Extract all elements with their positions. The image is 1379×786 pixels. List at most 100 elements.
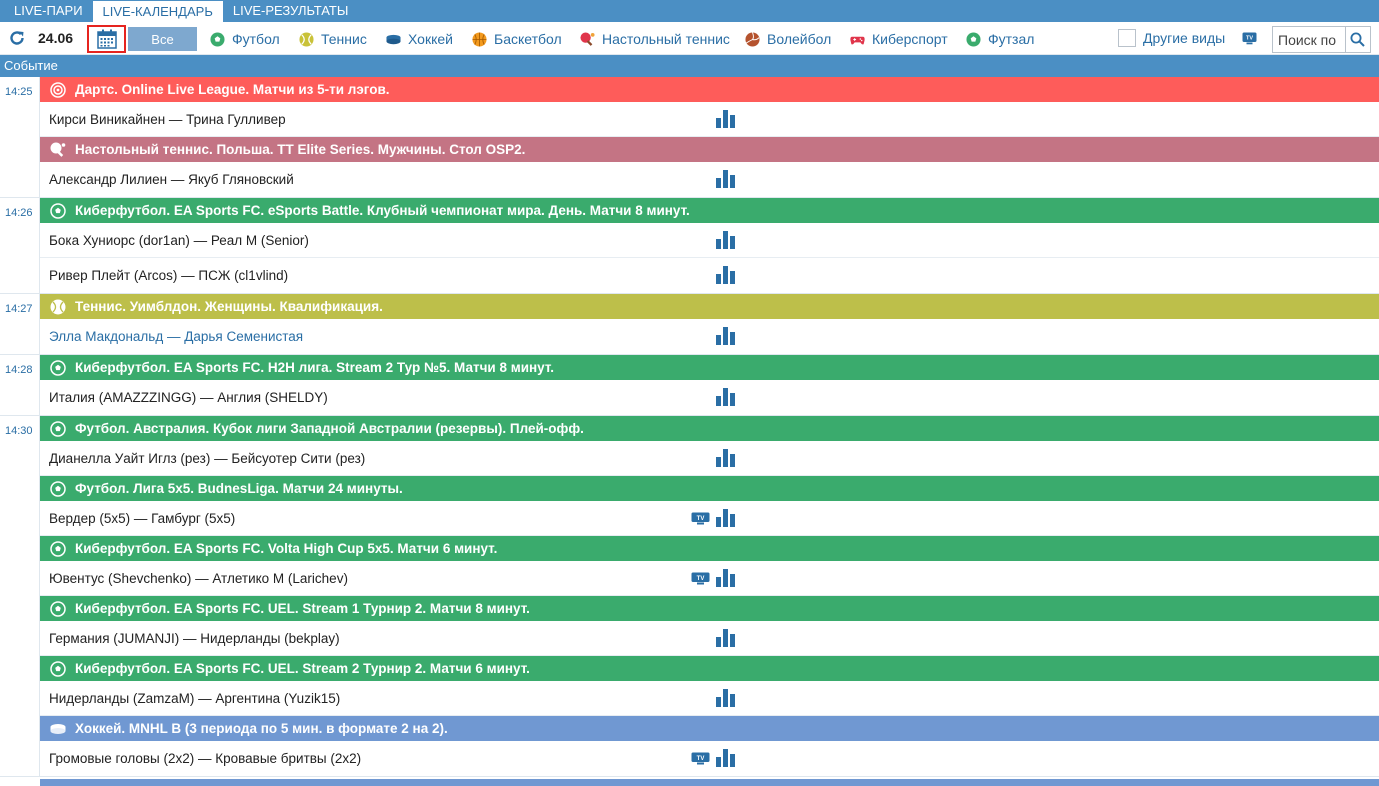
sport-filter-esports[interactable]: Киберспорт bbox=[850, 31, 948, 47]
event-teams[interactable]: Италия (AMAZZZINGG) — Англия (SHELDY) bbox=[49, 390, 328, 405]
league-title: Настольный теннис. Польша. TT Elite Seri… bbox=[75, 142, 526, 157]
sport-filter-basketball[interactable]: Баскетбол bbox=[472, 31, 562, 47]
event-teams[interactable]: Громовые головы (2х2) — Кровавые бритвы … bbox=[49, 751, 361, 766]
statistics-icon[interactable] bbox=[716, 388, 736, 406]
tennis-icon bbox=[299, 31, 314, 47]
sport-filter-football[interactable]: Футбол bbox=[210, 31, 280, 47]
statistics-icon[interactable] bbox=[716, 266, 736, 284]
time-block: 14:26 Киберфутбол. EA Sports FC. eSports … bbox=[0, 198, 1379, 294]
league-header[interactable]: Хоккей. MNHL B (3 периода по 5 мин. в фо… bbox=[40, 716, 1379, 741]
time-block: 14:27 Теннис. Уимблдон. Женщины. Квалифик… bbox=[0, 294, 1379, 355]
tv-broadcast-icon[interactable]: TV bbox=[691, 752, 710, 765]
sport-filter-label: Футбол bbox=[232, 31, 280, 47]
league-header[interactable]: Киберфутбол. EA Sports FC. UEL. Stream 2… bbox=[40, 656, 1379, 681]
table-tennis-icon bbox=[580, 31, 595, 46]
time-block: 14:30 Футбол. Австралия. Кубок лиги Запад… bbox=[0, 416, 1379, 777]
time-block: 14:28 Киберфутбол. EA Sports FC. H2H лига… bbox=[0, 355, 1379, 416]
statistics-icon[interactable] bbox=[716, 449, 736, 467]
league-title: Дартс. Online Live League. Матчи из 5-ти… bbox=[75, 82, 390, 97]
statistics-icon[interactable] bbox=[716, 689, 736, 707]
football-icon bbox=[50, 660, 66, 677]
filter-bar: 24.06 Все Футбол Теннис Хоккей Баскетбол bbox=[0, 22, 1379, 55]
sport-filter-label: Теннис bbox=[321, 31, 367, 47]
hockey-icon bbox=[50, 723, 66, 734]
statistics-icon[interactable] bbox=[716, 629, 736, 647]
other-sports-filter[interactable]: Другие виды bbox=[1118, 29, 1225, 47]
search-button[interactable] bbox=[1345, 27, 1369, 52]
other-sports-checkbox[interactable] bbox=[1118, 29, 1136, 47]
league-header[interactable]: Киберфутбол. EA Sports FC. H2H лига. Str… bbox=[40, 355, 1379, 380]
event-teams[interactable]: Александр Лилиен — Якуб Гляновский bbox=[49, 172, 294, 187]
event-teams[interactable]: Вердер (5х5) — Гамбург (5х5) bbox=[49, 511, 235, 526]
tv-broadcast-icon[interactable]: TV bbox=[691, 572, 710, 585]
league-header[interactable]: Теннис. Уимблдон. Женщины. Квалификация. bbox=[40, 294, 1379, 319]
statistics-icon[interactable] bbox=[716, 749, 736, 767]
football-icon bbox=[50, 202, 66, 219]
sport-filter-label: Футзал bbox=[988, 31, 1035, 47]
event-teams[interactable]: Дианелла Уайт Иглз (рез) — Бейсуотер Сит… bbox=[49, 451, 365, 466]
event-teams[interactable]: Нидерланды (ZamzaM) — Аргентина (Yuzik15… bbox=[49, 691, 340, 706]
all-sports-button[interactable]: Все bbox=[128, 27, 197, 51]
league-title: Футбол. Австралия. Кубок лиги Западной А… bbox=[75, 421, 584, 436]
league-groups: Киберфутбол. EA Sports FC. H2H лига. Str… bbox=[40, 355, 1379, 415]
sport-filter-hockey[interactable]: Хоккей bbox=[386, 31, 453, 47]
sport-filter-table-tennis[interactable]: Настольный теннис bbox=[580, 31, 730, 47]
sport-filter-volleyball[interactable]: Волейбол bbox=[745, 31, 831, 47]
league-header[interactable]: Киберфутбол. EA Sports FC. UEL. Stream 1… bbox=[40, 596, 1379, 621]
league-header[interactable]: Киберфутбол. EA Sports FC. eSports Battl… bbox=[40, 198, 1379, 223]
event-teams[interactable]: Бока Хуниорс (dor1an) — Реал М (Senior) bbox=[49, 233, 309, 248]
football-icon bbox=[50, 600, 66, 617]
event-teams[interactable]: Кирси Виникайнен — Трина Гулливер bbox=[49, 112, 286, 127]
calendar-button[interactable] bbox=[87, 25, 126, 53]
statistics-icon[interactable] bbox=[716, 110, 736, 128]
statistics-icon[interactable] bbox=[716, 170, 736, 188]
event-row: Громовые головы (2х2) — Кровавые бритвы … bbox=[40, 741, 1379, 776]
tab-live-calendar[interactable]: LIVE-КАЛЕНДАРЬ bbox=[92, 1, 223, 22]
event-row: Элла Макдональд — Дарья Семенистая bbox=[40, 319, 1379, 354]
league-header[interactable]: Футбол. Австралия. Кубок лиги Западной А… bbox=[40, 416, 1379, 441]
event-row: Вердер (5х5) — Гамбург (5х5) TV bbox=[40, 501, 1379, 536]
search-input[interactable] bbox=[1273, 27, 1345, 52]
gamepad-icon bbox=[850, 36, 865, 44]
football-icon bbox=[50, 540, 66, 557]
sport-filter-label: Настольный теннис bbox=[602, 31, 730, 47]
statistics-icon[interactable] bbox=[716, 327, 736, 345]
event-row: Германия (JUMANJI) — Нидерланды (bekplay… bbox=[40, 621, 1379, 656]
volleyball-icon bbox=[745, 31, 760, 47]
tab-live-results[interactable]: LIVE-РЕЗУЛЬТАТЫ bbox=[223, 0, 358, 22]
sport-filter-label: Баскетбол bbox=[494, 31, 562, 47]
search-icon bbox=[1350, 32, 1365, 47]
basketball-icon bbox=[472, 31, 487, 47]
tab-live-bets[interactable]: LIVE-ПАРИ bbox=[4, 0, 93, 22]
league-header[interactable]: Киберфутбол. EA Sports FC. Volta High Cu… bbox=[40, 536, 1379, 561]
sport-filter-tennis[interactable]: Теннис bbox=[299, 31, 367, 47]
league-header[interactable]: Настольный теннис. Польша. TT Elite Seri… bbox=[40, 137, 1379, 162]
tennis-icon bbox=[50, 299, 66, 314]
league-header[interactable]: Дартс. Online Live League. Матчи из 5-ти… bbox=[40, 77, 1379, 102]
league-groups: Теннис. Уимблдон. Женщины. Квалификация.… bbox=[40, 294, 1379, 354]
sport-filter-label: Хоккей bbox=[408, 31, 453, 47]
league-groups: Футбол. Австралия. Кубок лиги Западной А… bbox=[40, 416, 1379, 776]
svg-text:TV: TV bbox=[697, 756, 705, 762]
tv-filter-icon[interactable]: TV bbox=[1242, 32, 1257, 45]
tv-broadcast-icon[interactable]: TV bbox=[691, 512, 710, 525]
next-league-header-partial bbox=[40, 779, 1379, 786]
league-groups: Киберфутбол. EA Sports FC. eSports Battl… bbox=[40, 198, 1379, 293]
sport-filter-futsal[interactable]: Футзал bbox=[966, 31, 1034, 47]
league-header[interactable]: Футбол. Лига 5х5. BudnesLiga. Матчи 24 м… bbox=[40, 476, 1379, 501]
svg-text:TV: TV bbox=[697, 576, 705, 582]
football-icon bbox=[210, 31, 225, 47]
refresh-icon[interactable] bbox=[8, 29, 26, 47]
event-teams[interactable]: Ювентус (Shevchenko) — Атлетико М (Laric… bbox=[49, 571, 348, 586]
event-teams[interactable]: Элла Макдональд — Дарья Семенистая bbox=[49, 329, 303, 344]
statistics-icon[interactable] bbox=[716, 569, 736, 587]
event-row: Италия (AMAZZZINGG) — Англия (SHELDY) bbox=[40, 380, 1379, 415]
event-teams[interactable]: Ривер Плейт (Arcos) — ПСЖ (cl1vlind) bbox=[49, 268, 288, 283]
statistics-icon[interactable] bbox=[716, 231, 736, 249]
event-teams[interactable]: Германия (JUMANJI) — Нидерланды (bekplay… bbox=[49, 631, 340, 646]
event-column-header: Событие bbox=[0, 55, 1379, 77]
svg-text:TV: TV bbox=[697, 516, 705, 522]
statistics-icon[interactable] bbox=[716, 509, 736, 527]
start-time: 14:30 bbox=[0, 416, 40, 776]
start-time: 14:25 bbox=[0, 77, 40, 197]
